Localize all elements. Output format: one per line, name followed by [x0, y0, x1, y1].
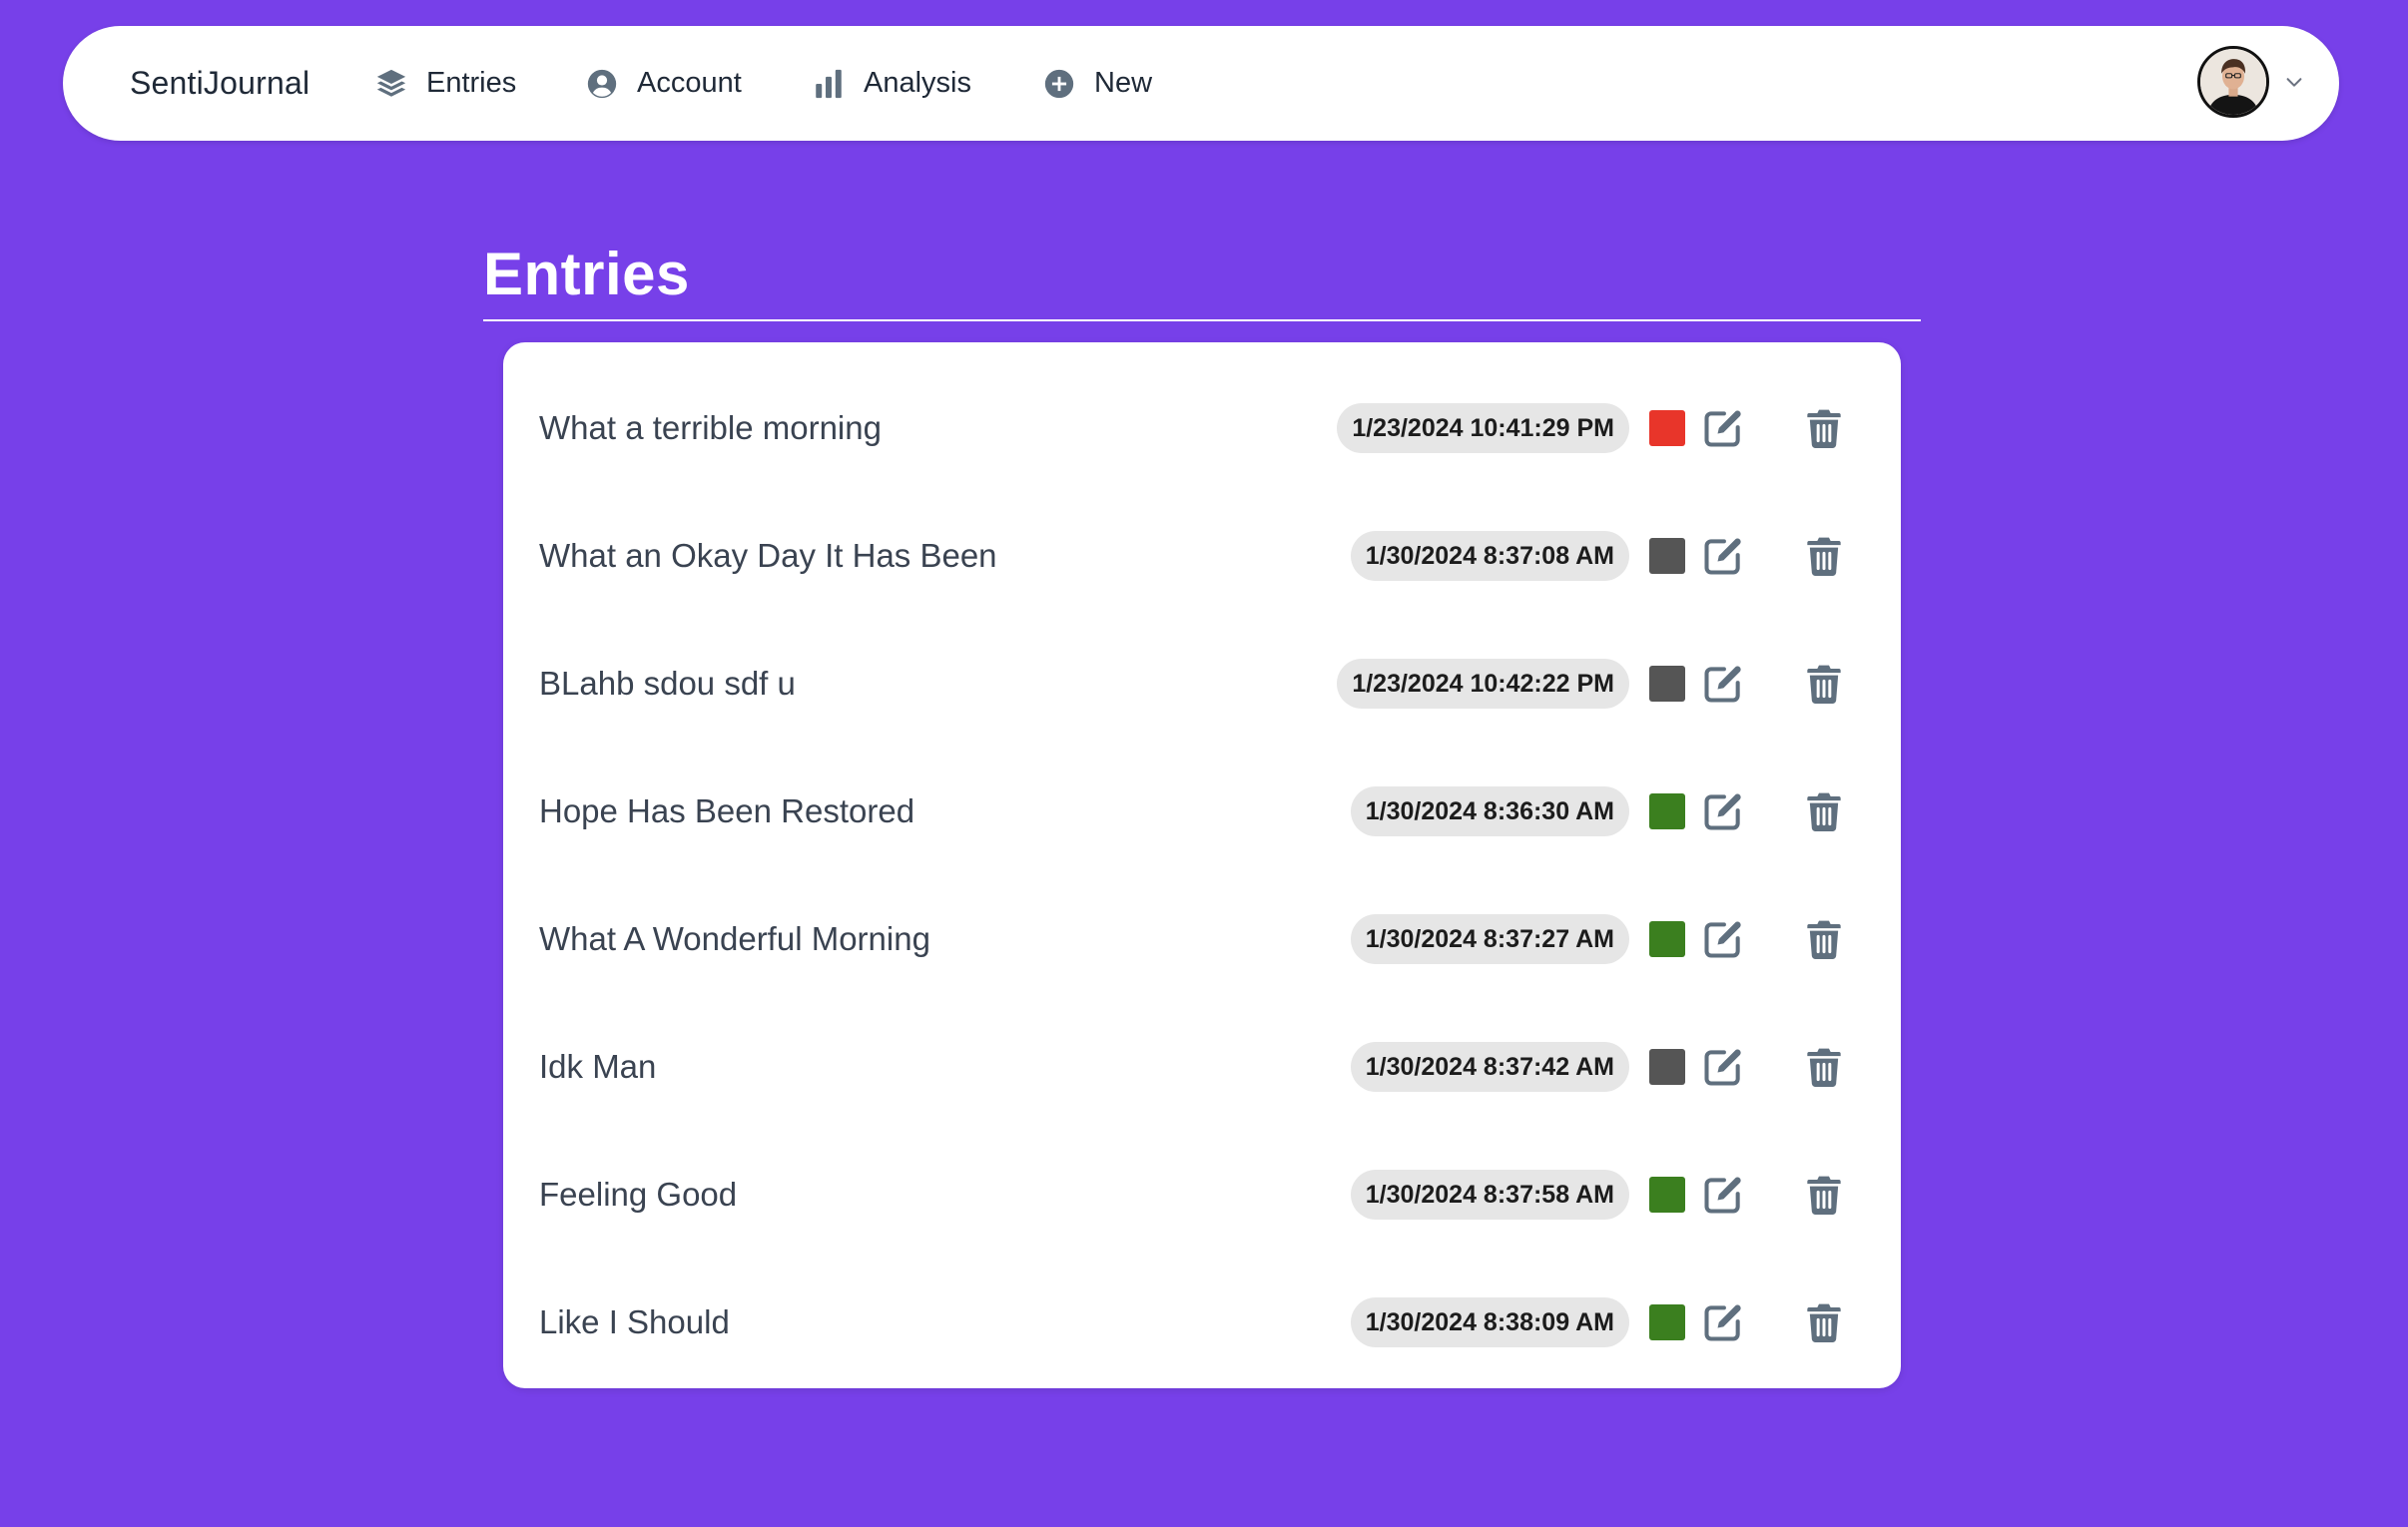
- entry-title[interactable]: Idk Man: [539, 1048, 656, 1086]
- entry-timestamp: 1/30/2024 8:37:42 AM: [1350, 1042, 1629, 1092]
- entry-title[interactable]: BLahb sdou sdf u: [539, 665, 796, 703]
- sentiment-indicator: [1649, 793, 1685, 829]
- nav-item-account[interactable]: Account: [585, 67, 742, 101]
- edit-icon[interactable]: [1701, 917, 1745, 961]
- sentiment-indicator: [1649, 1177, 1685, 1213]
- entry-timestamp: 1/30/2024 8:38:09 AM: [1350, 1297, 1629, 1347]
- title-divider: [483, 319, 1921, 321]
- trash-icon[interactable]: [1807, 1175, 1841, 1215]
- trash-icon[interactable]: [1807, 1302, 1841, 1342]
- nav-item-label: Analysis: [864, 67, 971, 99]
- sentiment-indicator: [1649, 538, 1685, 574]
- trash-icon[interactable]: [1807, 919, 1841, 959]
- user-menu[interactable]: [2197, 46, 2305, 118]
- entry-timestamp: 1/30/2024 8:36:30 AM: [1350, 786, 1629, 836]
- sentiment-indicator: [1649, 921, 1685, 957]
- trash-icon[interactable]: [1807, 1047, 1841, 1087]
- trash-icon[interactable]: [1807, 664, 1841, 704]
- trash-icon[interactable]: [1807, 536, 1841, 576]
- entry-title[interactable]: Like I Should: [539, 1303, 730, 1341]
- edit-icon[interactable]: [1701, 534, 1745, 578]
- list-item: Feeling Good 1/30/2024 8:37:58 AM: [503, 1131, 1901, 1259]
- edit-icon[interactable]: [1701, 789, 1745, 833]
- nav-item-label: Entries: [426, 67, 517, 99]
- edit-icon[interactable]: [1701, 1173, 1745, 1217]
- edit-icon[interactable]: [1701, 662, 1745, 706]
- list-item: BLahb sdou sdf u 1/23/2024 10:42:22 PM: [503, 620, 1901, 748]
- avatar[interactable]: [2197, 46, 2269, 118]
- nav-item-label: New: [1094, 67, 1153, 99]
- entries-list: What a terrible morning 1/23/2024 10:41:…: [503, 342, 1901, 1388]
- edit-icon[interactable]: [1701, 1300, 1745, 1344]
- chevron-down-icon[interactable]: [2283, 71, 2305, 93]
- trash-icon[interactable]: [1807, 791, 1841, 831]
- entry-timestamp: 1/30/2024 8:37:58 AM: [1350, 1170, 1629, 1220]
- list-item: Hope Has Been Restored 1/30/2024 8:36:30…: [503, 748, 1901, 875]
- brand-title[interactable]: SentiJournal: [130, 65, 309, 102]
- trash-icon[interactable]: [1807, 408, 1841, 448]
- sentiment-indicator: [1649, 1304, 1685, 1340]
- list-item: Like I Should 1/30/2024 8:38:09 AM: [503, 1259, 1901, 1386]
- entry-title[interactable]: What a terrible morning: [539, 409, 882, 447]
- nav-item-entries[interactable]: Entries: [374, 67, 516, 101]
- entry-title[interactable]: What an Okay Day It Has Been: [539, 537, 997, 575]
- entry-timestamp: 1/30/2024 8:37:08 AM: [1350, 531, 1629, 581]
- entry-title[interactable]: Feeling Good: [539, 1176, 737, 1214]
- sentiment-indicator: [1649, 1049, 1685, 1085]
- navbar: SentiJournal Entries Account Analysis Ne…: [63, 26, 2339, 141]
- list-item: What A Wonderful Morning 1/30/2024 8:37:…: [503, 875, 1901, 1003]
- page-title: Entries: [483, 241, 690, 307]
- layers-icon: [374, 67, 408, 101]
- edit-icon[interactable]: [1701, 406, 1745, 450]
- sentiment-indicator: [1649, 666, 1685, 702]
- list-item: What an Okay Day It Has Been 1/30/2024 8…: [503, 492, 1901, 620]
- entry-title[interactable]: Hope Has Been Restored: [539, 792, 914, 830]
- entry-timestamp: 1/23/2024 10:42:22 PM: [1337, 659, 1629, 709]
- list-item: Idk Man 1/30/2024 8:37:42 AM: [503, 1003, 1901, 1131]
- entry-title[interactable]: What A Wonderful Morning: [539, 920, 930, 958]
- sentiment-indicator: [1649, 410, 1685, 446]
- entry-timestamp: 1/30/2024 8:37:27 AM: [1350, 914, 1629, 964]
- user-circle-icon: [585, 67, 619, 101]
- nav-item-new[interactable]: New: [1042, 67, 1152, 101]
- nav-item-analysis[interactable]: Analysis: [812, 67, 971, 101]
- edit-icon[interactable]: [1701, 1045, 1745, 1089]
- entry-timestamp: 1/23/2024 10:41:29 PM: [1337, 403, 1629, 453]
- nav-item-label: Account: [637, 67, 742, 99]
- bar-chart-icon: [812, 67, 846, 101]
- list-item: What a terrible morning 1/23/2024 10:41:…: [503, 364, 1901, 492]
- plus-circle-icon: [1042, 67, 1076, 101]
